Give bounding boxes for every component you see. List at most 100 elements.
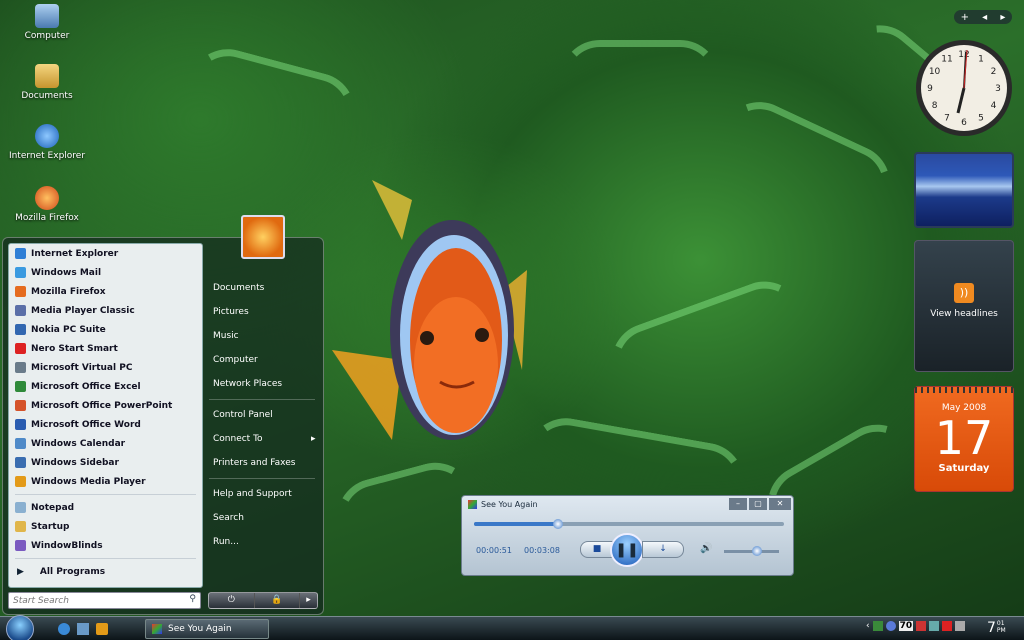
arrow-left-icon[interactable]: ◂ [982,12,987,23]
media-player-window: See You Again – ▢ ✕ 00:00:51 00:03:08 ■ … [461,495,794,576]
network-icon[interactable] [929,621,940,631]
calendar-rings [915,387,1013,393]
media-player-logo-icon [152,624,162,634]
clock-numeral: 1 [978,55,984,65]
start-menu-place[interactable]: Documents [3,276,325,300]
desktop-icon-label: Internet Explorer [8,151,86,161]
start-menu-place[interactable]: Help and Support [3,482,325,506]
clock-gadget[interactable]: 1234567891011 12 [914,38,1014,138]
start-menu-place-label: Search [213,513,244,523]
next-button[interactable]: ↓ [642,541,684,558]
start-orb[interactable] [6,615,34,640]
firefox-icon [35,186,59,210]
show-desktop-icon[interactable] [77,623,89,635]
clock-numeral: 7 [944,113,950,123]
desktop-icon-firefox[interactable]: Mozilla Firefox [7,186,87,223]
media-player-titlebar[interactable]: See You Again – ▢ ✕ [462,496,793,512]
calendar-gadget[interactable]: May 2008 17 Saturday [914,386,1014,492]
tray-number[interactable]: 70 [898,621,914,631]
tray-icon[interactable] [885,621,896,631]
desktop-icon-label: Mozilla Firefox [15,213,79,223]
calendar-day: 17 [934,411,994,465]
tray-icon[interactable] [916,621,927,631]
tray-icon[interactable] [942,621,953,631]
feed-label: View headlines [930,309,998,319]
start-menu-place[interactable]: Search [3,506,325,530]
power-buttons: ⏻ 🔒 ▸ [208,592,318,609]
desktop-icon-label: Computer [24,31,70,41]
desktop-icon-ie[interactable]: Internet Explorer [7,124,87,161]
taskbar-button-media-player[interactable]: See You Again [145,619,269,639]
start-menu-place-label: Music [213,331,239,341]
tray-icon[interactable] [872,621,883,631]
start-search-placeholder: Start Search [13,596,69,606]
start-menu-places-pane: Documents Pictures Music Computer Network Pl… [3,276,325,554]
close-icon[interactable]: ✕ [769,498,791,510]
clock-numeral: 5 [978,113,984,123]
clock-ampm: PM [996,627,1006,634]
taskbar-clock[interactable]: 7 01 PM [987,620,1006,636]
clock-numeral: 11 [941,55,952,65]
start-menu-place[interactable]: Run... [3,530,325,554]
start-menu-place-label: Help and Support [213,489,292,499]
seek-bar[interactable] [474,519,784,529]
media-player-icon[interactable] [96,623,108,635]
power-icon[interactable]: ⏻ [209,593,254,608]
volume-slider[interactable] [724,546,779,556]
taskbar-button-label: See You Again [168,624,232,634]
start-menu-item[interactable]: Internet Explorer [9,244,202,263]
arrow-right-icon[interactable]: ▸ [1000,12,1005,23]
media-player-title: See You Again [481,499,538,509]
seek-thumb[interactable] [552,519,563,529]
arrow-right-icon: ▶ [17,566,24,577]
seek-bar-fill [474,522,558,526]
taskbar: See You Again ‹ 70 7 01 PM [0,615,1024,640]
feed-headlines-gadget[interactable]: )) View headlines [914,240,1014,372]
clock-numeral: 10 [929,67,941,77]
arrow-right-icon: ▸ [311,434,316,444]
start-menu-place-label: Run... [213,537,239,547]
chevron-left-icon[interactable]: ‹ [866,621,870,631]
start-menu-place-label: Connect To [213,434,263,444]
clock-numeral: 6 [961,118,967,128]
start-menu-place[interactable]: Connect To ▸ [3,427,325,451]
ie-icon [35,124,59,148]
clock-numeral: 2 [991,67,997,77]
minimize-icon[interactable]: – [729,498,747,510]
start-menu-place[interactable]: Computer [3,348,325,372]
slideshow-gadget[interactable] [914,152,1014,228]
start-menu-place-label: Pictures [213,307,249,317]
maximize-icon[interactable]: ▢ [749,498,767,510]
start-menu-place-label: Network Places [213,379,283,389]
rss-icon: )) [954,283,974,303]
desktop-icon-computer[interactable]: Computer [7,4,87,41]
clock-minutes: 01 [996,620,1005,627]
pause-button[interactable]: ❚❚ [610,533,644,567]
search-icon: ⚲ [189,594,196,604]
ie-icon[interactable] [58,623,70,635]
folder-icon [35,64,59,88]
start-menu-place[interactable]: Control Panel [3,403,325,427]
start-menu-place-label: Printers and Faxes [213,458,296,468]
lock-icon[interactable]: 🔒 [253,593,300,608]
start-menu-place[interactable]: Printers and Faxes [3,451,325,475]
start-menu-place[interactable]: Network Places [3,372,325,396]
stop-button[interactable]: ■ [580,541,614,558]
start-menu-place[interactable]: Music [3,324,325,348]
add-gadget-icon[interactable]: + [961,12,969,23]
start-search-input[interactable]: Start Search ⚲ [8,592,201,609]
arrow-right-icon[interactable]: ▸ [299,593,317,608]
all-programs-button[interactable]: ▶ All Programs [9,562,202,581]
clock-hour: 7 [987,620,996,636]
clock-numeral: 8 [932,101,938,111]
user-picture[interactable] [241,215,285,259]
volume-icon[interactable] [955,621,966,631]
separator [209,399,315,400]
separator [209,478,315,479]
program-icon [15,248,26,259]
desktop-icon-documents[interactable]: Documents [7,64,87,101]
volume-thumb[interactable] [752,546,762,556]
volume-icon[interactable]: 🔊 [700,543,712,554]
start-menu-place[interactable]: Pictures [3,300,325,324]
clock-numeral: 12 [958,50,969,60]
